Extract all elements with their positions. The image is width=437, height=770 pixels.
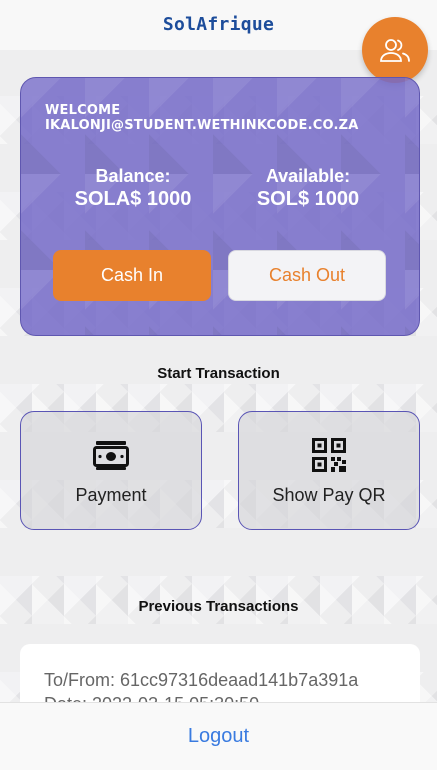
- cash-out-button[interactable]: Cash Out: [228, 250, 386, 301]
- start-transaction-heading: Start Transaction: [157, 365, 280, 382]
- show-pay-qr-label: Show Pay QR: [272, 485, 386, 505]
- available-stat: Available: SOL$ 1000: [223, 165, 393, 211]
- profile-fab[interactable]: [362, 17, 428, 83]
- welcome-label: WELCOME: [45, 103, 121, 118]
- payment-label: Payment: [75, 485, 147, 505]
- qr-code-icon: [312, 438, 346, 472]
- user-email: IKALONJI@STUDENT.WETHINKCODE.CO.ZA: [45, 118, 359, 133]
- logout-button[interactable]: Logout: [188, 725, 249, 748]
- money-bill-icon: [93, 438, 129, 472]
- transaction-to-from: To/From: 61cc97316deaad141b7a391a: [44, 670, 359, 690]
- previous-transactions-heading: Previous Transactions: [138, 598, 299, 615]
- payment-button[interactable]: Payment: [20, 411, 202, 530]
- bottom-bar: Logout: [0, 702, 437, 770]
- balance-label: Balance:: [95, 166, 171, 186]
- balance-value: SOLA$ 1000: [74, 188, 192, 210]
- cash-in-button[interactable]: Cash In: [53, 250, 211, 301]
- balance-stat: Balance: SOLA$ 1000: [48, 165, 218, 211]
- welcome-text: WELCOME IKALONJI@STUDENT.WETHINKCODE.CO.…: [45, 103, 358, 133]
- account-card: WELCOME IKALONJI@STUDENT.WETHINKCODE.CO.…: [20, 77, 420, 336]
- available-label: Available:: [265, 166, 351, 186]
- show-pay-qr-button[interactable]: Show Pay QR: [238, 411, 420, 530]
- available-value: SOL$ 1000: [256, 188, 360, 210]
- users-icon: [380, 39, 410, 62]
